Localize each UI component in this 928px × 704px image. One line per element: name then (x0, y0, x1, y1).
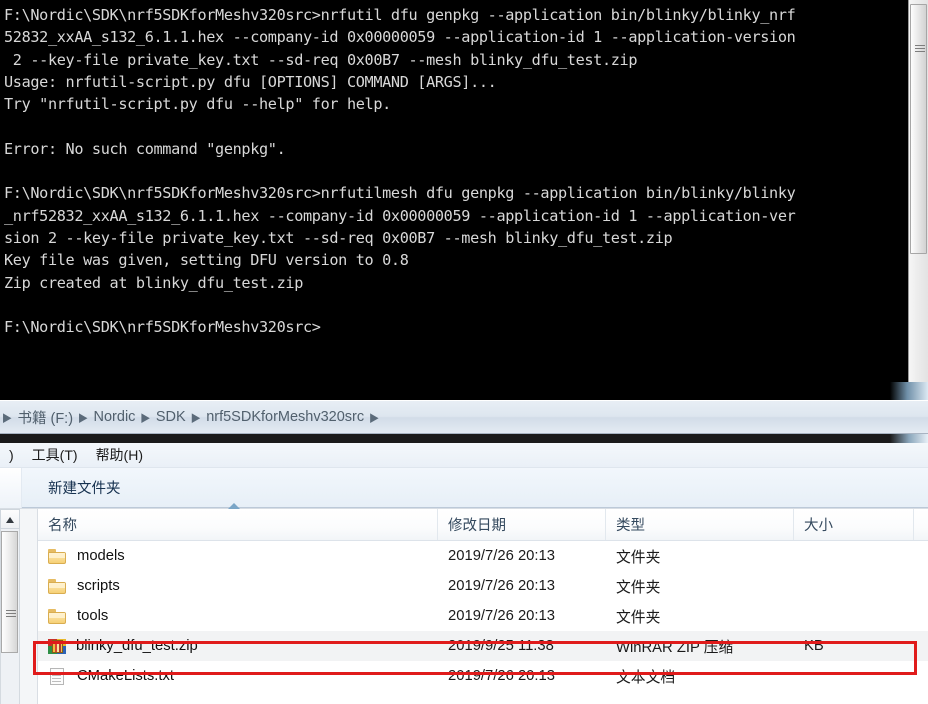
scrollbar-grip-icon (6, 610, 16, 617)
table-row[interactable]: CMakeLists.txt 2019/7/26 20:13 文本文档 (38, 661, 928, 691)
table-row[interactable]: blinky_dfu_test.zip 2019/9/25 11:38 WinRAR… (38, 631, 928, 661)
folder-icon (48, 608, 68, 625)
toolbar-left-strip (0, 468, 22, 508)
file-list-area: 名称 修改日期 类型 大小 models 2019/7/26 20:13 文件夹 scrip… (0, 503, 928, 704)
command-prompt-window: F:\Nordic\SDK\nrf5SDKforMeshv320src>nrfu… (0, 0, 928, 382)
column-header-size[interactable]: 大小 (794, 509, 914, 540)
breadcrumb-separator-icon: ▶ (191, 410, 201, 425)
cell-name[interactable]: tools (38, 608, 438, 625)
console-line: Usage: nrfutil-script.py dfu [OPTIONS] C… (4, 72, 497, 91)
scroll-up-button[interactable] (0, 509, 20, 529)
address-bar[interactable]: ▶ 书籍 (F:) ▶ Nordic ▶ SDK ▶ nrf5SDKforMeshv320sr… (0, 400, 928, 434)
cell-type: 文本文档 (616, 669, 676, 686)
table-row[interactable]: models 2019/7/26 20:13 文件夹 (38, 541, 928, 571)
breadcrumb-item-2[interactable]: Nordic (89, 407, 141, 427)
file-name-label: CMakeLists.txt (77, 668, 175, 684)
column-header-label: 修改日期 (448, 518, 506, 534)
cell-name[interactable]: blinky_dfu_test.zip (38, 638, 438, 655)
breadcrumb-item-3[interactable]: SDK (151, 407, 191, 427)
cell-modified-date: 2019/7/26 20:13 (448, 668, 555, 684)
screenshot-root: F:\Nordic\SDK\nrf5SDKforMeshv320src>nrfu… (0, 0, 928, 704)
cell-modified-date: 2019/7/26 20:13 (448, 548, 555, 564)
breadcrumb-item-4[interactable]: nrf5SDKforMeshv320src (201, 407, 369, 427)
file-name-label: blinky_dfu_test.zip (76, 638, 198, 654)
console-line: Key file was given, setting DFU version … (4, 251, 409, 270)
cell-size: KB (804, 638, 824, 654)
scrollbar-grip-icon (915, 45, 925, 52)
cell-name[interactable]: models (38, 548, 438, 565)
file-name-label: models (77, 548, 125, 564)
table-row[interactable]: tools 2019/7/26 20:13 文件夹 (38, 601, 928, 631)
nav-scrollbar-thumb[interactable] (1, 531, 18, 653)
cell-modified-date: 2019/9/25 11:38 (448, 638, 554, 654)
menu-bar[interactable]: ) 工具(T) 帮助(H) (0, 443, 928, 468)
file-name-label: tools (77, 608, 109, 624)
console-line: F:\Nordic\SDK\nrf5SDKforMeshv320src>nrfu… (4, 184, 796, 203)
file-list-body: models 2019/7/26 20:13 文件夹 scripts 2019/7/26… (38, 541, 928, 691)
file-name-label: scripts (77, 578, 120, 594)
folder-icon (48, 578, 68, 595)
breadcrumb-separator-icon: ▶ (141, 410, 150, 425)
console-line: F:\Nordic\SDK\nrf5SDKforMeshv320src> (4, 318, 321, 337)
console-line: Zip created at blinky_dfu_test.zip (4, 273, 303, 292)
console-line: 2 --key-file private_key.txt --sd-req 0x… (4, 50, 638, 69)
console-scrollbar-thumb[interactable] (910, 4, 927, 254)
column-header-label: 大小 (804, 518, 833, 534)
menu-item-2[interactable]: 工具(T) (23, 443, 87, 467)
console-line: 52832_xxAA_s132_6.1.1.hex --company-id 0… (4, 28, 796, 47)
column-header-name[interactable]: 名称 (38, 503, 438, 540)
breadcrumb-separator-icon: ▶ (79, 410, 88, 425)
console-vertical-scrollbar[interactable] (908, 0, 928, 382)
text-file-icon (48, 667, 68, 685)
explorer-toolbar: 新建文件夹 (0, 468, 928, 508)
column-header-label: 类型 (616, 518, 645, 534)
sort-ascending-icon (228, 503, 240, 509)
address-bar-shadow (0, 434, 928, 443)
cell-type: WinRAR ZIP 压缩 (616, 639, 734, 656)
window-edge-gradient (890, 382, 928, 400)
breadcrumb-separator-icon: ▶ (3, 410, 12, 425)
console-line: Error: No such command "genpkg". (4, 139, 286, 158)
cell-name[interactable]: CMakeLists.txt (38, 667, 438, 685)
navigation-pane-scrollbar[interactable] (0, 509, 38, 704)
cell-type: 文件夹 (616, 579, 661, 596)
console-line: F:\Nordic\SDK\nrf5SDKforMeshv320src>nrfu… (4, 6, 796, 24)
column-header-type[interactable]: 类型 (606, 509, 794, 540)
file-list-table: 名称 修改日期 类型 大小 models 2019/7/26 20:13 文件夹 scrip… (38, 503, 928, 704)
column-header-date[interactable]: 修改日期 (438, 509, 606, 540)
breadcrumb-item-1[interactable]: 书籍 (F:) (12, 405, 78, 430)
console-output[interactable]: F:\Nordic\SDK\nrf5SDKforMeshv320src>nrfu… (0, 0, 908, 382)
console-line: sion 2 --key-file private_key.txt --sd-r… (4, 228, 673, 247)
menu-item-3[interactable]: 帮助(H) (87, 443, 152, 467)
console-line: Try "nrfutil-script.py dfu --help" for h… (4, 95, 391, 114)
cell-type: 文件夹 (616, 609, 661, 626)
file-list-header: 名称 修改日期 类型 大小 (38, 503, 928, 541)
column-header-label: 名称 (48, 518, 77, 534)
menu-item-1[interactable]: ) (0, 445, 23, 465)
cell-modified-date: 2019/7/26 20:13 (448, 608, 555, 624)
cell-name[interactable]: scripts (38, 578, 438, 595)
window-top-shadow (0, 382, 928, 400)
table-row[interactable]: scripts 2019/7/26 20:13 文件夹 (38, 571, 928, 601)
console-line: _nrf52832_xxAA_s132_6.1.1.hex --company-… (4, 206, 796, 225)
breadcrumb-separator-icon: ▶ (370, 410, 379, 425)
zip-archive-icon (48, 638, 67, 655)
folder-icon (48, 548, 68, 565)
file-explorer-window: ▶ 书籍 (F:) ▶ Nordic ▶ SDK ▶ nrf5SDKforMeshv320sr… (0, 382, 928, 704)
cell-modified-date: 2019/7/26 20:13 (448, 578, 555, 594)
address-bar-edge-gradient (890, 434, 928, 443)
cell-type: 文件夹 (616, 549, 661, 566)
